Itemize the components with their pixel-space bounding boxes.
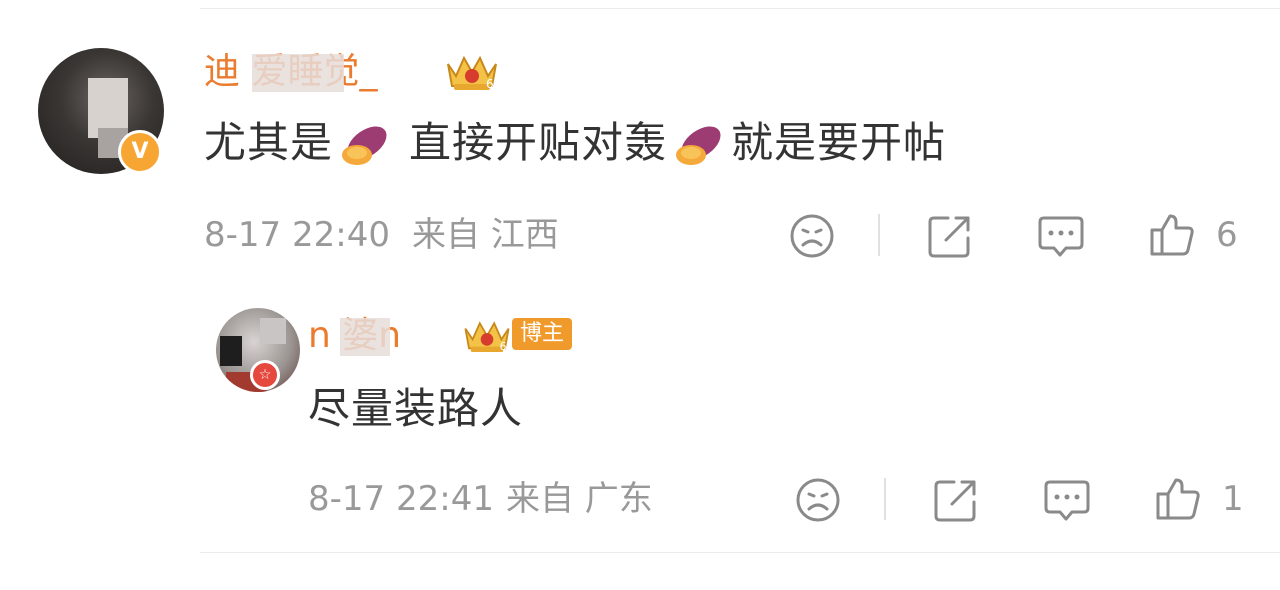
username-redaction <box>252 54 344 92</box>
comment-icon[interactable] <box>1042 476 1092 524</box>
action-separator <box>878 214 880 256</box>
dislike-face-icon[interactable] <box>788 212 836 260</box>
reply-timestamp: 8-17 22:41 <box>308 479 494 519</box>
like-count: 1 <box>1222 479 1244 519</box>
like-thumb-icon[interactable] <box>1148 210 1196 258</box>
crown-level-icon: 6 <box>447 55 497 91</box>
comment-timestamp: 8-17 22:40 <box>204 215 390 255</box>
svg-text:6: 6 <box>500 340 507 353</box>
comment-icon[interactable] <box>1036 212 1086 260</box>
action-separator <box>884 478 886 520</box>
reply-text: 尽量装路人 <box>308 384 524 433</box>
like-thumb-icon[interactable] <box>1154 474 1202 522</box>
comment-source: 来自 江西 <box>412 215 559 255</box>
top-divider <box>200 8 1280 9</box>
author-tag: 博主 <box>512 318 573 350</box>
share-icon[interactable] <box>932 476 980 524</box>
avatar-pixelation <box>220 336 242 366</box>
svg-text:6: 6 <box>486 77 494 91</box>
avatar-pixelation <box>260 318 286 344</box>
sweet-potato-icon <box>676 125 721 165</box>
bottom-divider <box>200 552 1280 553</box>
crown-level-icon: 6 <box>464 321 510 353</box>
comment-text: 尤其是 直接开贴对轰 就是要开帖 <box>204 118 947 167</box>
sweet-potato-icon <box>342 125 387 165</box>
share-icon[interactable] <box>926 212 974 260</box>
username-redaction <box>340 318 390 356</box>
member-badge: ☆ <box>250 360 280 390</box>
dislike-face-icon[interactable] <box>794 476 842 524</box>
like-count: 6 <box>1216 215 1238 255</box>
verified-badge: V <box>118 130 162 174</box>
reply-source: 来自 广东 <box>506 479 653 519</box>
